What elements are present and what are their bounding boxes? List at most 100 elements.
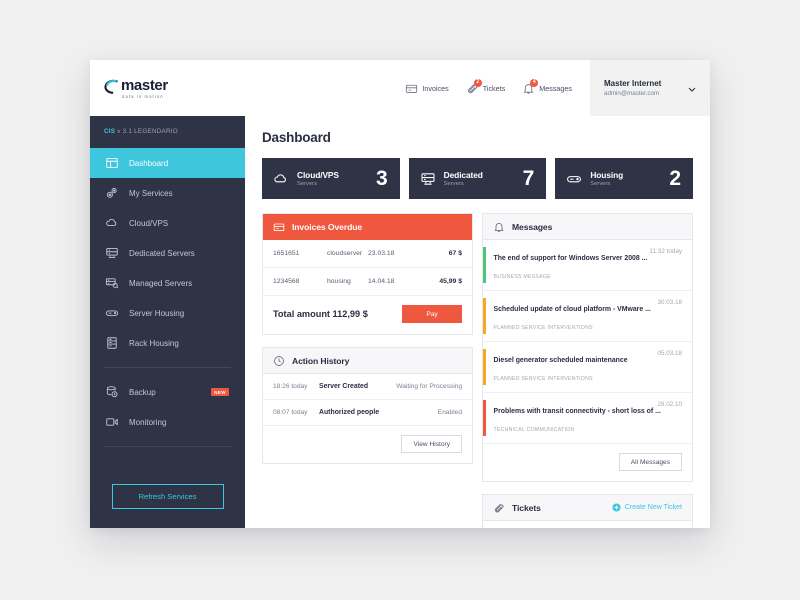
- clock-icon: [273, 355, 285, 367]
- tickets-panel-title: Tickets: [512, 502, 541, 513]
- invoice-icon: [273, 221, 285, 233]
- table-row[interactable]: 1651651 cloudserver 23.03.18 67 $: [263, 240, 472, 268]
- message-severity-bar: [483, 247, 486, 283]
- action-history-panel-title: Action History: [292, 355, 350, 366]
- message-category: TECHNICAL COMMUNICATION: [493, 427, 575, 433]
- invoice-date: 23.03.18: [368, 250, 395, 257]
- ticket-icon: 2: [466, 78, 482, 95]
- invoice-service: cloudserver: [327, 250, 363, 257]
- topnav-label-tickets: Tickets: [482, 83, 506, 93]
- view-history-button[interactable]: View History: [401, 435, 462, 453]
- message-severity-bar: [483, 298, 486, 334]
- invoices-total-label: Total amount 112,99 $: [273, 309, 368, 319]
- main-content: Dashboard Cloud/VPS Servers 3 Dedicated …: [245, 116, 710, 528]
- create-new-ticket-label: Create New Ticket: [624, 504, 682, 511]
- table-row[interactable]: 18:26 today Server Created Waiting for P…: [263, 374, 472, 400]
- housing-icon: [104, 306, 119, 321]
- invoices-total-row: Total amount 112,99 $ Pay: [263, 296, 472, 334]
- action-time: 08:07 today: [273, 409, 308, 416]
- messages-panel-header: Messages: [483, 214, 692, 240]
- topnav-item-messages[interactable]: 4 Messages: [522, 78, 572, 95]
- sidebar-divider-top: [104, 367, 231, 368]
- sidebar-label-my-services: My Services: [129, 188, 173, 198]
- stat-card-housing[interactable]: Housing Servers 2: [555, 158, 694, 199]
- invoice-id: 1234568: [273, 278, 300, 285]
- sidebar-item-managed-servers[interactable]: Managed Servers: [90, 268, 245, 298]
- page-title: Dashboard: [262, 130, 331, 145]
- messages-panel-title: Messages: [512, 221, 553, 232]
- topnav-item-invoices[interactable]: Invoices: [405, 82, 449, 95]
- table-row[interactable]: 1234568 housing 14.04.18 45,99 $: [263, 268, 472, 296]
- monitoring-icon: [104, 415, 119, 430]
- sidebar-version-rest: v 3.1 LEGENDARIO: [115, 128, 178, 135]
- stat-card-cloud-vps[interactable]: Cloud/VPS Servers 3: [262, 158, 400, 199]
- invoice-amount: 67 $: [448, 250, 462, 257]
- invoices-panel-title: Invoices Overdue: [292, 222, 363, 232]
- action-history-panel: Action History 18:26 today Server Create…: [262, 347, 473, 464]
- table-row[interactable]: 08:07 today Authorized people Enabled: [263, 400, 472, 426]
- stat-value-housing: 2: [669, 167, 682, 190]
- sidebar-item-dashboard[interactable]: Dashboard: [90, 148, 245, 178]
- sidebar-item-dedicated-servers[interactable]: Dedicated Servers: [90, 238, 245, 268]
- body: CIS v 3.1 LEGENDARIO Dashboard My Servic…: [90, 116, 710, 528]
- message-category: PLANNED SERVICE INTERVENTIONS: [493, 325, 593, 331]
- message-category: PLANNED SERVICE INTERVENTIONS: [493, 376, 593, 382]
- create-new-ticket-button[interactable]: Create New Ticket: [612, 499, 682, 517]
- all-messages-button[interactable]: All Messages: [618, 453, 682, 471]
- pay-button[interactable]: Pay: [402, 305, 462, 323]
- message-title: Scheduled update of cloud platform - VMw…: [493, 306, 651, 313]
- ticket-icon: [493, 502, 505, 514]
- sidebar-label-backup: Backup: [129, 387, 156, 397]
- managed-server-icon: [104, 276, 119, 291]
- sidebar-item-backup[interactable]: Backup NEW: [90, 377, 245, 407]
- action-name: Server Created: [319, 383, 369, 390]
- logo-swoosh-icon: [104, 79, 120, 95]
- stat-name-dedicated: Dedicated: [443, 169, 483, 180]
- stat-sub-dedicated: Servers: [443, 181, 464, 188]
- action-name: Authorized people: [319, 409, 380, 416]
- user-menu[interactable]: Master Internet admin@master.com: [590, 60, 710, 116]
- sidebar-divider-bottom: [104, 446, 231, 447]
- stat-card-dedicated[interactable]: Dedicated Servers 7: [408, 158, 547, 199]
- services-icon: [104, 186, 119, 201]
- badge-tickets: 2: [473, 78, 482, 87]
- sidebar-label-cloud-vps: Cloud/VPS: [129, 218, 169, 228]
- list-item[interactable]: The end of support for Windows Server 20…: [483, 240, 692, 291]
- sidebar-item-my-services[interactable]: My Services: [90, 178, 245, 208]
- action-history-panel-header: Action History: [263, 348, 472, 374]
- message-category: BUSINESS MESSAGE: [493, 274, 551, 280]
- sidebar-label-server-housing: Server Housing: [129, 308, 185, 318]
- stat-name-housing: Housing: [590, 169, 624, 180]
- message-severity-bar: [483, 349, 486, 385]
- topnav-label-messages: Messages: [539, 83, 572, 93]
- stat-name-cloud-vps: Cloud/VPS: [297, 169, 339, 180]
- rack-icon: [104, 336, 119, 351]
- list-item[interactable]: Diesel generator scheduled maintenance P…: [483, 342, 692, 393]
- app-window: master data in motion Invoices 2 Tickets…: [90, 60, 710, 528]
- sidebar-item-rack-housing[interactable]: Rack Housing: [90, 328, 245, 358]
- refresh-services-button[interactable]: Refresh Services: [111, 484, 224, 509]
- list-item[interactable]: Scheduled update of cloud platform - VMw…: [483, 291, 692, 342]
- invoices-panel: Invoices Overdue 1651651 cloudserver 23.…: [262, 213, 473, 335]
- top-navigation: Invoices 2 Tickets 4 Messages: [245, 78, 590, 95]
- sidebar-item-cloud-vps[interactable]: Cloud/VPS: [90, 208, 245, 238]
- topnav-label-invoices: Invoices: [422, 83, 449, 93]
- topnav-item-tickets[interactable]: 2 Tickets: [466, 78, 506, 95]
- sidebar-label-monitoring: Monitoring: [129, 417, 167, 427]
- list-item[interactable]: Slow server response ID 987456321 5 minu…: [483, 521, 692, 528]
- cloud-icon: [104, 216, 119, 231]
- action-status: Waiting for Processing: [396, 383, 462, 390]
- invoice-amount: 45,99 $: [439, 278, 462, 285]
- logo[interactable]: master data in motion: [90, 77, 245, 99]
- action-status: Enabled: [437, 409, 462, 416]
- sidebar-item-monitoring[interactable]: Monitoring: [90, 407, 245, 437]
- sidebar-version: CIS v 3.1 LEGENDARIO: [90, 128, 245, 148]
- sidebar-label-managed-servers: Managed Servers: [129, 278, 193, 288]
- bell-icon: 4: [522, 78, 539, 95]
- sidebar-item-server-housing[interactable]: Server Housing: [90, 298, 245, 328]
- stat-sub-housing: Servers: [590, 181, 611, 188]
- stat-cards: Cloud/VPS Servers 3 Dedicated Servers 7 …: [262, 158, 694, 199]
- sidebar-label-rack-housing: Rack Housing: [129, 338, 179, 348]
- list-item[interactable]: Problems with transit connectivity - sho…: [483, 393, 692, 444]
- sidebar-label-dashboard: Dashboard: [129, 158, 169, 168]
